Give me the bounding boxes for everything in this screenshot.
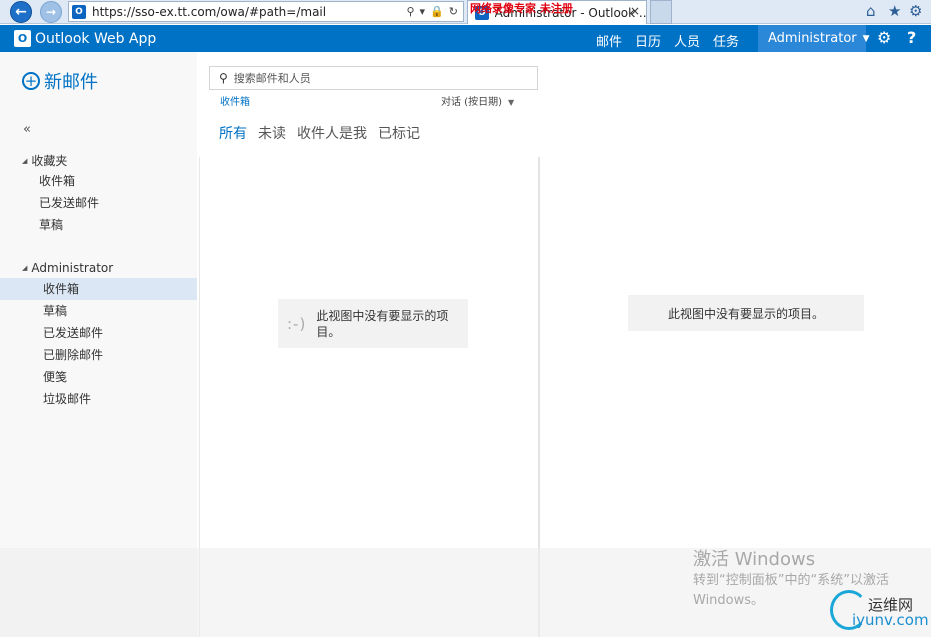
search-placeholder: 搜索邮件和人员 bbox=[233, 72, 311, 85]
address-bar[interactable]: O https://sso-ex.tt.com/owa/#path=/mail … bbox=[68, 1, 464, 22]
filter-flagged[interactable]: 已标记 bbox=[378, 123, 420, 143]
favorites-header[interactable]: ◢ 收藏夹 bbox=[22, 152, 67, 169]
dropdown-icon[interactable]: ▾ bbox=[420, 5, 426, 18]
app-brand[interactable]: O Outlook Web App bbox=[14, 30, 156, 47]
search-icon[interactable]: ⚲ bbox=[406, 5, 414, 18]
browser-toolbar: ← → O https://sso-ex.tt.com/owa/#path=/m… bbox=[0, 0, 931, 24]
url-text[interactable]: https://sso-ex.tt.com/owa/#path=/mail bbox=[92, 5, 406, 19]
outlook-logo-icon: O bbox=[14, 30, 31, 47]
forward-button[interactable]: → bbox=[40, 1, 62, 23]
user-menu[interactable]: Administrator ▼ bbox=[758, 25, 870, 52]
account-label: Administrator bbox=[31, 261, 114, 275]
app-name: Outlook Web App bbox=[35, 30, 157, 47]
app-header: O Outlook Web App 邮件 日历 人员 任务 Administra… bbox=[0, 25, 931, 54]
site-watermark-logo: 运维网 iyunv.com bbox=[826, 590, 931, 637]
new-mail-button[interactable]: + 新邮件 bbox=[22, 68, 98, 94]
favorites-label: 收藏夹 bbox=[31, 154, 68, 168]
outlook-favicon-icon: O bbox=[72, 4, 86, 19]
site-name-en: iyunv.com bbox=[852, 611, 929, 629]
refresh-icon[interactable]: ↻ bbox=[449, 5, 458, 18]
home-icon[interactable]: ⌂ bbox=[866, 2, 876, 20]
chevron-down-icon: ▼ bbox=[507, 98, 515, 107]
favorite-inbox[interactable]: 收件箱 bbox=[39, 170, 75, 192]
favorite-drafts[interactable]: 草稿 bbox=[39, 214, 63, 236]
chevron-down-icon: ▼ bbox=[862, 33, 870, 44]
user-name: Administrator bbox=[768, 31, 857, 46]
nav-tasks[interactable]: 任务 bbox=[713, 31, 739, 54]
sort-dropdown[interactable]: 对话 (按日期) ▼ bbox=[441, 93, 514, 108]
recorder-watermark: 网络录像专家 未注册 bbox=[470, 2, 573, 15]
filter-bar: 所有 未读 收件人是我 已标记 bbox=[219, 123, 431, 143]
new-mail-label: 新邮件 bbox=[44, 72, 98, 93]
filter-unread[interactable]: 未读 bbox=[258, 123, 286, 143]
smiley-icon: :-) bbox=[287, 314, 307, 333]
folder-drafts[interactable]: 草稿 bbox=[43, 300, 67, 322]
reading-pane-empty-message: 此视图中没有要显示的项目。 bbox=[628, 295, 864, 331]
top-navigation: 邮件 日历 人员 任务 bbox=[596, 31, 752, 54]
folder-notes[interactable]: 便笺 bbox=[43, 366, 67, 388]
favorite-sent[interactable]: 已发送邮件 bbox=[39, 192, 99, 214]
activate-title: 激活 Windows bbox=[693, 549, 816, 570]
nav-people[interactable]: 人员 bbox=[674, 31, 700, 54]
nav-calendar[interactable]: 日历 bbox=[635, 31, 661, 54]
gear-icon[interactable]: ⚙ bbox=[877, 28, 891, 47]
filter-all[interactable]: 所有 bbox=[219, 123, 247, 143]
sort-label: 对话 (按日期) bbox=[441, 97, 502, 108]
nav-mail[interactable]: 邮件 bbox=[596, 31, 623, 54]
help-icon[interactable]: ? bbox=[907, 28, 916, 47]
favorites-star-icon[interactable]: ★ bbox=[888, 2, 901, 20]
empty-list-message: 此视图中没有要显示的项目。 bbox=[316, 308, 449, 339]
search-icon: ⚲ bbox=[219, 71, 228, 85]
back-button[interactable]: ← bbox=[10, 1, 32, 23]
search-input[interactable]: ⚲ 搜索邮件和人员 bbox=[209, 66, 538, 90]
new-tab-button[interactable] bbox=[650, 0, 672, 24]
account-header[interactable]: ◢ Administrator bbox=[22, 261, 113, 275]
settings-gear-icon[interactable]: ⚙ bbox=[909, 2, 922, 20]
collapse-pane-button[interactable]: « bbox=[23, 122, 31, 137]
close-tab-icon[interactable]: × bbox=[630, 4, 640, 18]
current-folder-label: 收件箱 bbox=[220, 97, 250, 108]
expand-triangle-icon: ◢ bbox=[22, 264, 28, 272]
activate-instruction: 转到“控制面板”中的“系统”以激活 bbox=[693, 573, 889, 588]
empty-list-notice: :-) 此视图中没有要显示的项目。 bbox=[278, 299, 468, 348]
expand-triangle-icon: ◢ bbox=[22, 156, 28, 165]
folder-deleted[interactable]: 已删除邮件 bbox=[43, 344, 103, 366]
folder-sent[interactable]: 已发送邮件 bbox=[43, 322, 103, 344]
lock-icon[interactable]: 🔒 bbox=[430, 5, 444, 18]
folder-inbox[interactable]: 收件箱 bbox=[0, 278, 197, 300]
folder-junk[interactable]: 垃圾邮件 bbox=[43, 388, 91, 410]
plus-circle-icon: + bbox=[22, 72, 40, 90]
filter-to-me[interactable]: 收件人是我 bbox=[297, 123, 367, 143]
